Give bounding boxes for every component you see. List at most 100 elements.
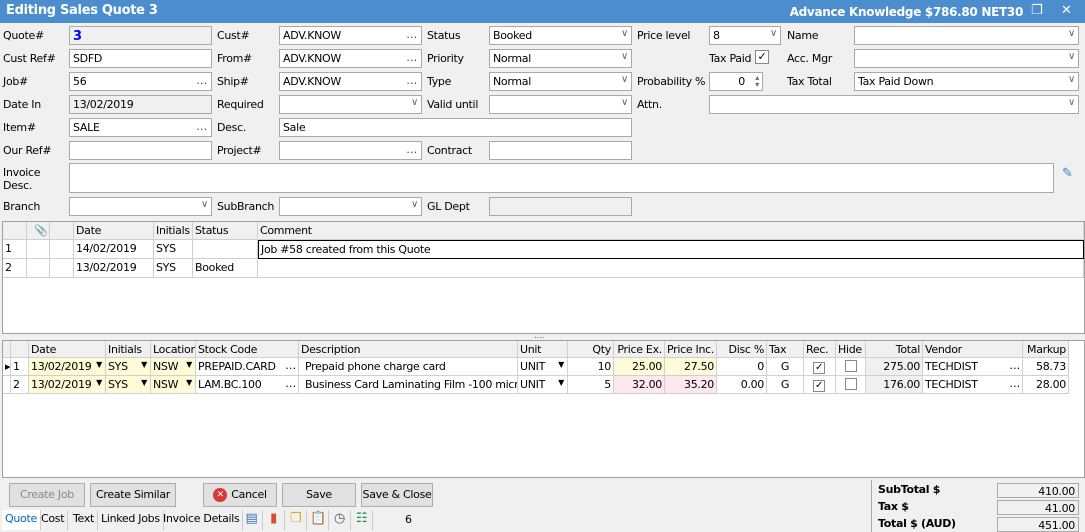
line-cell-location[interactable]: NSW ▼ — [151, 358, 196, 376]
ellipsis-icon[interactable]: … — [406, 74, 417, 87]
lines-header-5[interactable]: Stock Code — [196, 341, 299, 358]
line-cell-qty[interactable]: 5 — [568, 376, 614, 394]
line-cell-num[interactable]: 2 — [11, 376, 29, 394]
notes-header-4[interactable]: Initials — [154, 222, 193, 240]
tab-cost[interactable]: Cost — [38, 510, 69, 530]
dropdown-arrow-icon[interactable]: ▼ — [186, 360, 192, 369]
chevron-down-icon[interactable]: ∨ — [770, 28, 777, 39]
line-cell-markup[interactable]: 58.73 — [1023, 358, 1069, 376]
chevron-down-icon[interactable]: ∨ — [411, 97, 418, 108]
chevron-down-icon[interactable]: ∨ — [1068, 74, 1075, 85]
cust-field[interactable]: ADV.KNOW… — [279, 26, 422, 45]
dropdown-arrow-icon[interactable]: ▼ — [186, 378, 192, 387]
line-cell-tax[interactable]: G — [767, 358, 804, 376]
line-cell-location[interactable]: NSW ▼ — [151, 376, 196, 394]
subbranch-field[interactable]: ∨ — [279, 197, 422, 216]
line-cell-date[interactable]: 13/02/2019 ▼ — [29, 358, 106, 376]
line-cell-unit[interactable]: UNIT ▼ — [518, 358, 568, 376]
invoice-desc-field[interactable] — [69, 163, 1054, 193]
lines-header-9[interactable]: Price Ex. — [614, 341, 665, 358]
rec-checkbox[interactable]: ✓ — [813, 380, 825, 392]
lines-header-7[interactable]: Unit — [518, 341, 568, 358]
chevron-down-icon[interactable]: ∨ — [1068, 51, 1075, 62]
tab-linked-jobs[interactable]: Linked Jobs — [98, 510, 164, 530]
ellipsis-icon[interactable]: … — [1009, 377, 1020, 390]
line-cell-indicator[interactable] — [3, 376, 11, 394]
line-cell-disc[interactable]: 0 — [717, 358, 767, 376]
tab-quote[interactable]: Quote — [2, 510, 41, 530]
chevron-down-icon[interactable]: ∨ — [1068, 28, 1075, 39]
lines-header-4[interactable]: Location — [151, 341, 196, 358]
line-cell-price_ex[interactable]: 25.00 — [614, 358, 665, 376]
lines-header-12[interactable]: Tax — [767, 341, 804, 358]
project-field[interactable]: … — [279, 141, 422, 160]
line-cell-description[interactable]: Business Card Laminating Film -100 micro… — [299, 376, 518, 394]
dropdown-arrow-icon[interactable]: ▼ — [141, 378, 147, 387]
close-icon[interactable]: ✕ — [1061, 3, 1072, 18]
ellipsis-icon[interactable]: … — [406, 51, 417, 64]
ellipsis-icon[interactable]: … — [285, 359, 296, 372]
from-field[interactable]: ADV.KNOW… — [279, 49, 422, 68]
ellipsis-icon[interactable]: … — [406, 143, 417, 156]
dropdown-arrow-icon[interactable]: ▼ — [141, 360, 147, 369]
line-cell-hide[interactable] — [836, 376, 866, 394]
lines-header-13[interactable]: Rec. — [804, 341, 836, 358]
hide-checkbox[interactable] — [845, 378, 857, 390]
valid-until-field[interactable]: ∨ — [489, 95, 632, 114]
line-cell-unit[interactable]: UNIT ▼ — [518, 376, 568, 394]
lines-header-6[interactable]: Description — [299, 341, 518, 358]
lines-header-3[interactable]: Initials — [106, 341, 151, 358]
notes-row[interactable]: 2 13/02/2019 SYS Booked — [3, 259, 1084, 278]
notes-grid[interactable]: Date Initials Status Comment 📎 1 14/02/2019 SYS… — [2, 221, 1085, 334]
cust-ref-field[interactable]: SDFD — [69, 49, 212, 68]
line-cell-price_inc[interactable]: 27.50 — [665, 358, 717, 376]
copy-icon[interactable]: ❐ — [285, 510, 307, 530]
contract-field[interactable] — [489, 141, 632, 160]
restore-icon[interactable]: ❐ — [1031, 3, 1043, 18]
line-item-row[interactable]: ▸ 1 13/02/2019 ▼ SYS ▼ NSW ▼ PREPAID.CARD … Prepai… — [3, 358, 1069, 376]
lines-header-0[interactable] — [3, 341, 11, 358]
lines-header-11[interactable]: Disc % — [717, 341, 767, 358]
price-level-field[interactable]: 8 ∨ — [709, 26, 781, 45]
name-field[interactable]: ∨ — [854, 26, 1079, 45]
our-ref-field[interactable] — [69, 141, 212, 160]
dropdown-arrow-icon[interactable]: ▼ — [96, 360, 102, 369]
line-cell-initials[interactable]: SYS ▼ — [106, 358, 151, 376]
line-cell-rec[interactable]: ✓ — [804, 358, 836, 376]
lines-header-17[interactable]: Markup — [1023, 341, 1069, 358]
tax-paid-checkbox[interactable]: ✓ — [755, 50, 769, 64]
line-cell-markup[interactable]: 28.00 — [1023, 376, 1069, 394]
branch-field[interactable]: ∨ — [69, 197, 212, 216]
notes-header-3[interactable]: Date — [74, 222, 154, 240]
line-cell-total[interactable]: 176.00 — [866, 376, 923, 394]
save-button[interactable]: Save — [282, 483, 356, 507]
line-cell-stock_code[interactable]: PREPAID.CARD… — [196, 358, 299, 376]
chevron-down-icon[interactable]: ∨ — [621, 97, 628, 108]
lines-header-2[interactable]: Date — [29, 341, 106, 358]
cancel-button[interactable]: ✕ Cancel — [203, 483, 277, 507]
attn-field[interactable]: ∨ — [709, 95, 1079, 114]
hide-checkbox[interactable] — [845, 360, 857, 372]
lines-grid[interactable]: Date Initials Location Stock Code Descriptio… — [2, 340, 1085, 478]
line-cell-price_inc[interactable]: 35.20 — [665, 376, 717, 394]
line-item-row[interactable]: 2 13/02/2019 ▼ SYS ▼ NSW ▼ LAM.BC.100 … Business … — [3, 376, 1069, 394]
rec-checkbox[interactable]: ✓ — [813, 362, 825, 374]
ellipsis-icon[interactable]: … — [1009, 359, 1020, 372]
ellipsis-icon[interactable]: … — [406, 28, 417, 41]
line-cell-stock_code[interactable]: LAM.BC.100… — [196, 376, 299, 394]
line-cell-hide[interactable] — [836, 358, 866, 376]
notes-header-0[interactable] — [3, 222, 27, 240]
chevron-down-icon[interactable]: ∨ — [1068, 97, 1075, 108]
lines-header-16[interactable]: Vendor — [923, 341, 1023, 358]
line-cell-initials[interactable]: SYS ▼ — [106, 376, 151, 394]
create-similar-button[interactable]: Create Similar — [90, 483, 176, 507]
notes-header-2[interactable] — [50, 222, 74, 240]
acc-mgr-field[interactable]: ∨ — [854, 49, 1079, 68]
clipboard-icon[interactable]: 📋 — [307, 510, 329, 530]
chevron-down-icon[interactable]: ∨ — [201, 199, 208, 210]
history-icon[interactable]: ◷ — [329, 510, 351, 530]
line-cell-rec[interactable]: ✓ — [804, 376, 836, 394]
line-cell-tax[interactable]: G — [767, 376, 804, 394]
notes-header-6[interactable]: Comment — [258, 222, 1084, 240]
line-cell-vendor[interactable]: TECHDIST… — [923, 358, 1023, 376]
